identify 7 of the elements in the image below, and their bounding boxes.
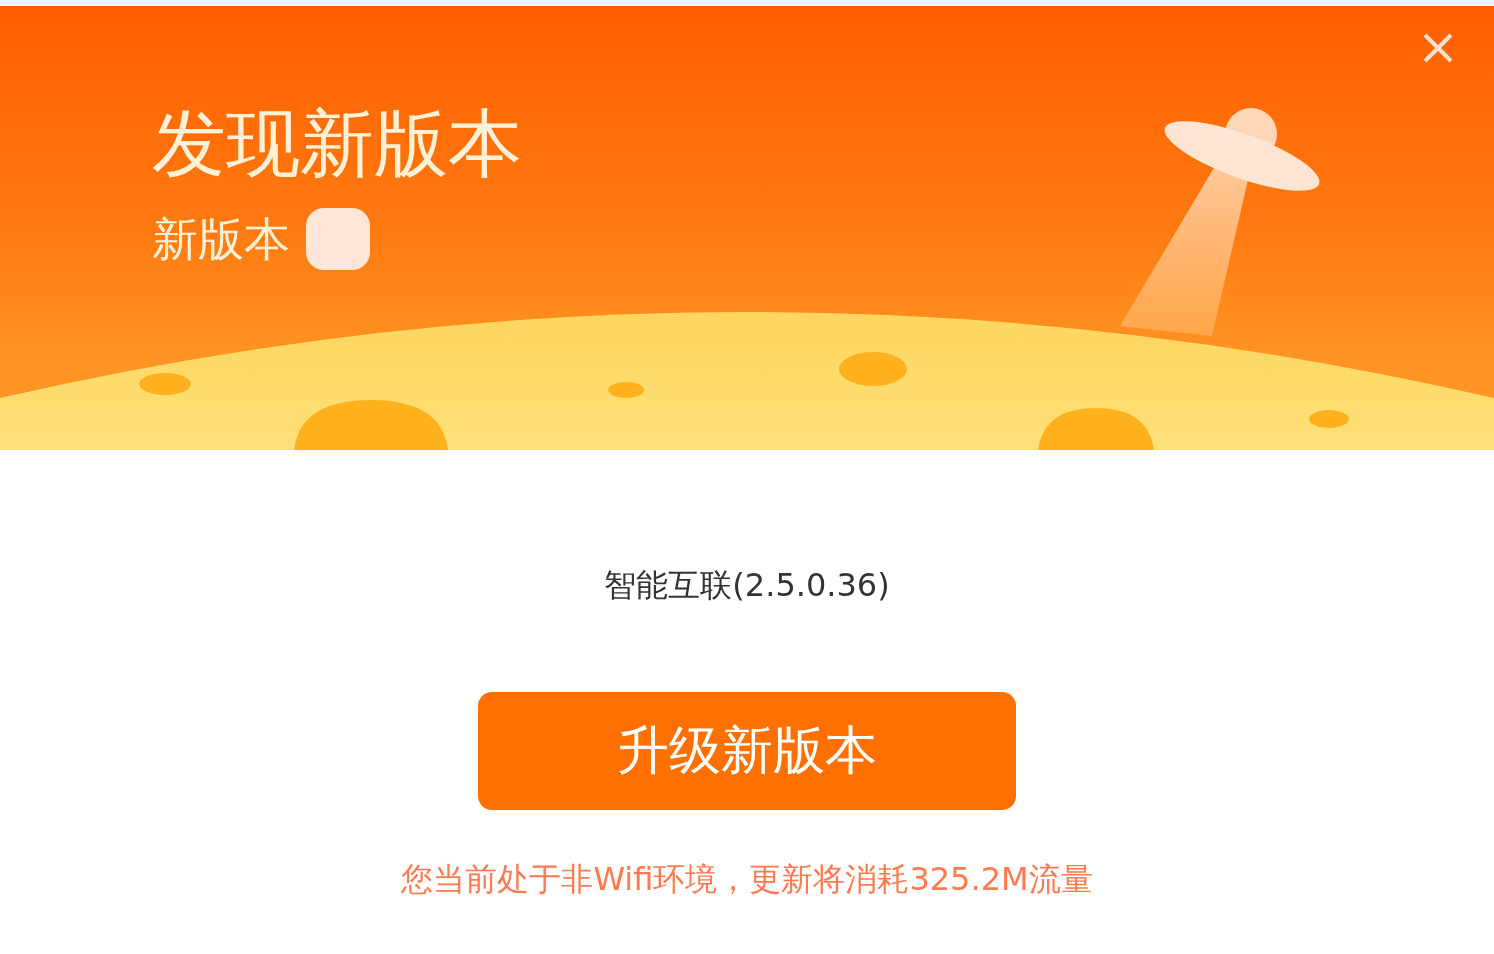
- close-icon[interactable]: [1422, 32, 1454, 64]
- data-usage-warning: 您当前处于非Wifi环境，更新将消耗325.2M流量: [401, 859, 1093, 900]
- upgrade-button[interactable]: 升级新版本: [478, 692, 1016, 810]
- banner-subtitle: 新版本: [152, 211, 290, 268]
- banner-title: 发现新版本: [152, 99, 523, 188]
- badge: [306, 208, 370, 270]
- app-version-text: 智能互联(2.5.0.36): [604, 565, 890, 606]
